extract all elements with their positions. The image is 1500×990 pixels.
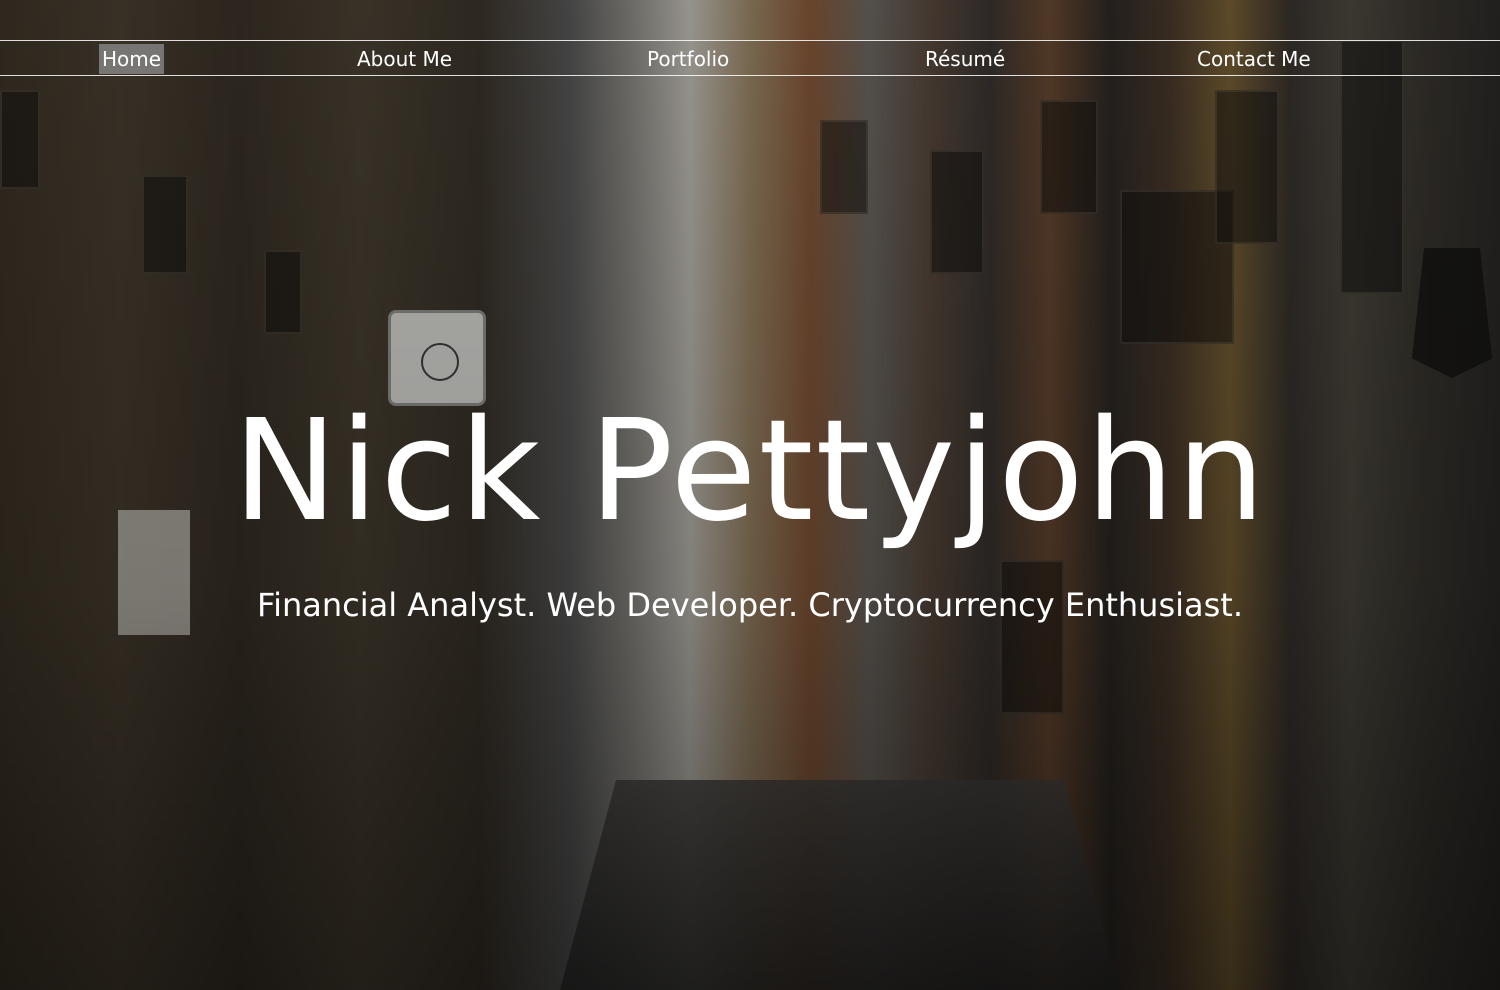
nav-item-resume[interactable]: Résumé — [925, 44, 1005, 74]
nav-item-home[interactable]: Home — [99, 44, 165, 74]
nav-item-portfolio[interactable]: Portfolio — [647, 44, 729, 74]
nav-item-about-me[interactable]: About Me — [357, 44, 452, 74]
hero-name-heading: Nick Pettyjohn — [232, 390, 1268, 553]
nav-item-contact-me[interactable]: Contact Me — [1197, 44, 1311, 74]
main-nav: Home About Me Portfolio Résumé Contact M… — [0, 40, 1500, 76]
hero-tagline: Financial Analyst. Web Developer. Crypto… — [256, 586, 1244, 624]
